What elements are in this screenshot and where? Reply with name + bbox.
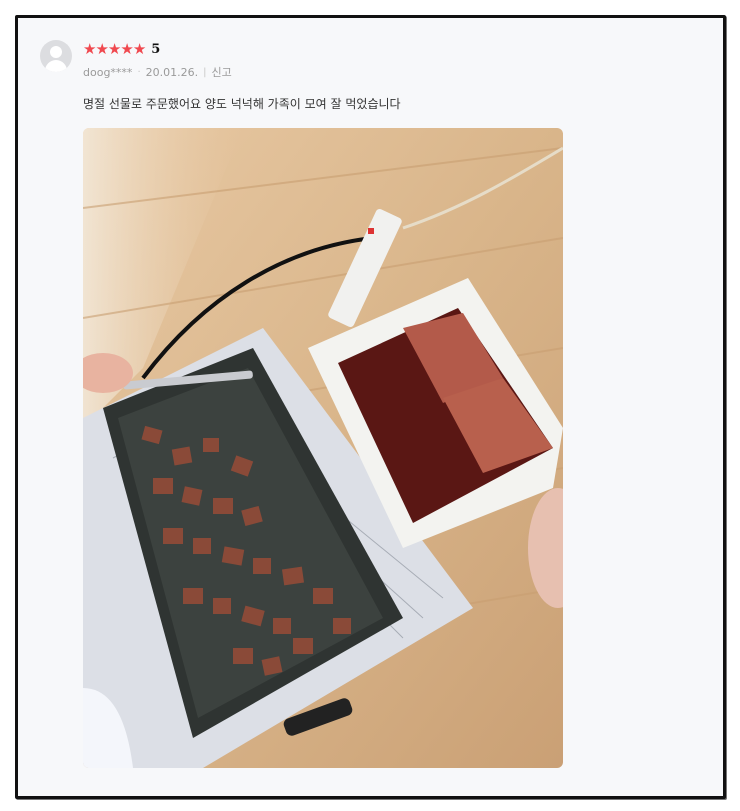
- avatar-body-shape: [45, 60, 67, 72]
- star-icon: ★: [120, 39, 133, 58]
- star-rating: ★ ★ ★ ★ ★ 5: [83, 40, 160, 58]
- star-icon: ★: [107, 39, 121, 58]
- report-button[interactable]: 신고: [211, 64, 231, 80]
- avatar-head-shape: [50, 46, 62, 58]
- meta-divider: |: [203, 66, 207, 78]
- review-date: 20.01.26.: [145, 65, 199, 79]
- star-icon: ★: [83, 39, 96, 58]
- food-photo-icon: [83, 128, 563, 768]
- review-card-frame: ★ ★ ★ ★ ★ 5 doog**** · 20.01.26. | 신고 명절…: [15, 15, 726, 799]
- review-item: ★ ★ ★ ★ ★ 5 doog**** · 20.01.26. | 신고 명절…: [18, 18, 723, 796]
- meta-dot: ·: [137, 66, 141, 78]
- review-text: 명절 선물로 주문했어요 양도 넉넉해 가족이 모여 잘 먹었습니다: [83, 97, 401, 111]
- review-meta: doog**** · 20.01.26. | 신고: [83, 64, 232, 80]
- review-photo[interactable]: [83, 128, 563, 768]
- star-icon: ★: [95, 39, 108, 58]
- author-name: doog****: [83, 65, 133, 79]
- rating-score: 5: [151, 41, 161, 57]
- star-icon: ★: [132, 39, 146, 58]
- avatar: [40, 40, 72, 72]
